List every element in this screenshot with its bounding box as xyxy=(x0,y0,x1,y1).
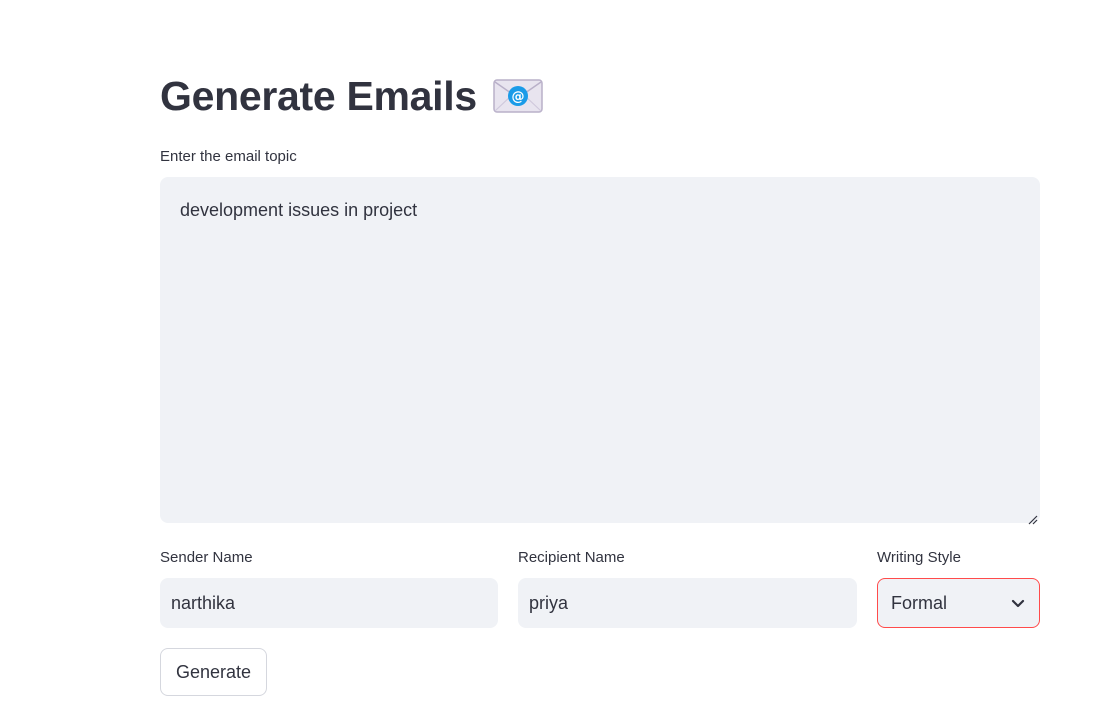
writing-style-selected: Formal xyxy=(891,592,948,613)
generate-button[interactable]: Generate xyxy=(160,648,267,696)
recipient-name-field[interactable]: priya xyxy=(518,578,857,628)
topic-label: Enter the email topic xyxy=(160,148,297,165)
envelope-with-at-icon: @ xyxy=(493,77,543,115)
writing-style-select[interactable]: Formal xyxy=(877,578,1040,628)
recipient-name-label: Recipient Name xyxy=(518,549,625,566)
chevron-down-icon xyxy=(1010,595,1026,611)
email-topic-textarea[interactable]: development issues in project xyxy=(160,177,1040,525)
app-page: Generate Emails @ Enter the email topic … xyxy=(0,0,1106,728)
resize-handle-icon[interactable] xyxy=(1026,509,1038,525)
page-title: Generate Emails xyxy=(160,72,477,119)
svg-text:@: @ xyxy=(511,90,524,105)
email-topic-value: development issues in project xyxy=(180,200,418,220)
title-row: Generate Emails @ xyxy=(160,70,543,122)
sender-name-value: narthika xyxy=(171,592,236,613)
recipient-name-value: priya xyxy=(529,592,569,613)
writing-style-label: Writing Style xyxy=(877,549,961,566)
sender-name-field[interactable]: narthika xyxy=(160,578,498,628)
sender-name-label: Sender Name xyxy=(160,549,253,566)
